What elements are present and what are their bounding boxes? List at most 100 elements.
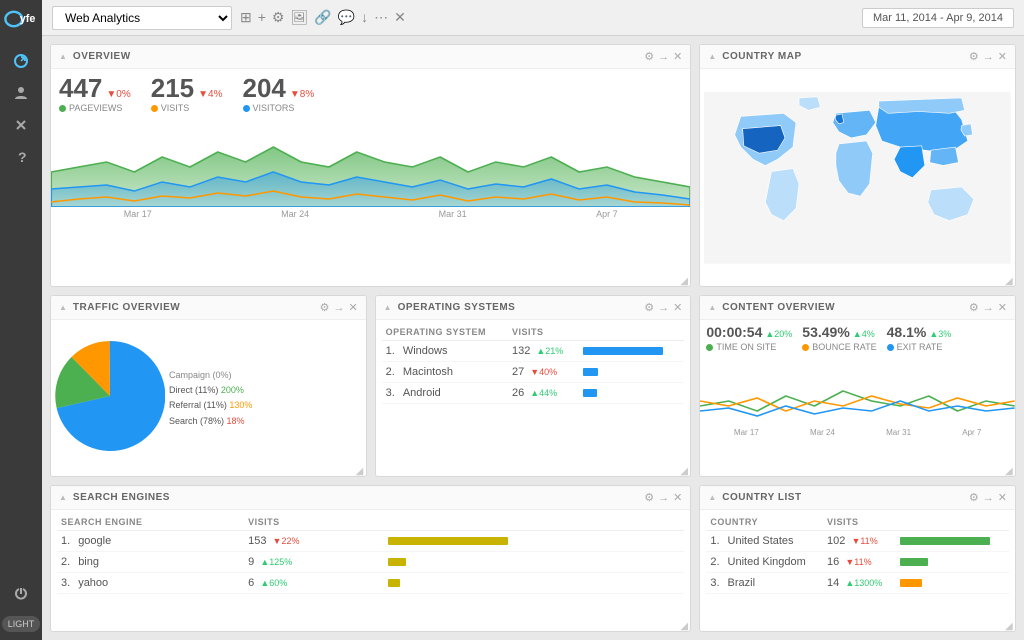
sidebar: yfe ? LIGHT (0, 0, 42, 640)
content-close-icon[interactable]: ✕ (998, 301, 1007, 314)
os-row1-bar (579, 341, 684, 362)
os-settings-icon[interactable]: ⚙ (644, 301, 654, 314)
search-settings-icon[interactable]: ⚙ (644, 491, 654, 504)
country-col-visits: VISITS (823, 514, 896, 531)
traffic-collapse-icon[interactable]: ▲ (59, 303, 67, 312)
overview-settings-icon[interactable]: ⚙ (644, 50, 654, 63)
toolbar-grid-icon[interactable]: ⊞ (240, 9, 252, 26)
toolbar-settings-icon[interactable]: ⚙ (272, 9, 285, 26)
country-list-collapse-icon[interactable]: ▲ (708, 493, 716, 502)
overview-close-icon[interactable]: ✕ (673, 50, 682, 63)
country-list-settings-icon[interactable]: ⚙ (969, 491, 979, 504)
time-on-site-change: ▲20% (765, 329, 792, 339)
visitors-label: VISITORS (243, 103, 315, 113)
topbar: Web Analytics ⊞ + ⚙ 🖼 🔗 💬 ↓ ⋯ ✕ Mar 11, … (42, 0, 1024, 36)
content-label-mar31: Mar 31 (886, 428, 911, 437)
chart-label-mar24: Mar 24 (281, 209, 309, 219)
traffic-resize-handle[interactable]: ◢ (356, 466, 364, 474)
bounce-rate-value: 53.49% (802, 324, 849, 340)
logo[interactable]: yfe (3, 8, 39, 35)
toolbar-link-icon[interactable]: 🔗 (314, 9, 331, 26)
toolbar-comment-icon[interactable]: 💬 (338, 9, 355, 26)
os-body: OPERATING SYSTEM VISITS 1. Windows 132 ▲… (376, 320, 691, 476)
overview-collapse-icon[interactable]: ▲ (59, 52, 67, 61)
map-close-icon[interactable]: ✕ (998, 50, 1007, 63)
light-mode-button[interactable]: LIGHT (2, 616, 41, 632)
content-resize-handle[interactable]: ◢ (1005, 466, 1013, 474)
country-list-close-icon[interactable]: ✕ (998, 491, 1007, 504)
country-row1-visits: 102 ▼11% (823, 531, 896, 552)
search-row3-name: yahoo (74, 573, 244, 594)
overview-widget-header: ▲ OVERVIEW ⚙ → ✕ (51, 45, 690, 69)
country-row3-change: ▲1300% (845, 578, 882, 588)
country-list-resize-handle[interactable]: ◢ (1005, 621, 1013, 629)
time-on-site-label: TIME ON SITE (706, 342, 792, 352)
country-row3-name: Brazil (724, 573, 824, 594)
toolbar-icons: ⊞ + ⚙ 🖼 🔗 💬 ↓ ⋯ ✕ (240, 9, 406, 26)
overview-resize-handle[interactable]: ◢ (680, 276, 688, 284)
sidebar-item-help[interactable]: ? (7, 143, 35, 171)
traffic-move-icon[interactable]: → (333, 302, 344, 314)
search-row3-visits: 6 ▲60% (244, 573, 383, 594)
world-map-svg (704, 73, 1011, 282)
content-title: CONTENT OVERVIEW (722, 302, 965, 313)
toolbar-image-icon[interactable]: 🖼 (290, 9, 308, 26)
content-chart-labels: Mar 17 Mar 24 Mar 31 Apr 7 (700, 426, 1015, 439)
dashboard-selector[interactable]: Web Analytics (52, 6, 232, 30)
sidebar-item-tools[interactable] (7, 111, 35, 139)
overview-move-icon[interactable]: → (658, 51, 669, 63)
search-collapse-icon[interactable]: ▲ (59, 493, 67, 502)
search-close-icon[interactable]: ✕ (673, 491, 682, 504)
os-col-bar (579, 324, 684, 341)
search-body: SEARCH ENGINE VISITS 1. google 153 ▼22% (51, 510, 690, 631)
table-row: 2. Macintosh 27 ▼40% (382, 362, 685, 383)
content-settings-icon[interactable]: ⚙ (969, 301, 979, 314)
sidebar-item-power[interactable] (7, 580, 35, 608)
traffic-close-icon[interactable]: ✕ (348, 301, 357, 314)
search-engines-widget: ▲ SEARCH ENGINES ⚙ → ✕ SEARCH ENGINE VIS… (50, 485, 691, 632)
toolbar-add-icon[interactable]: + (258, 9, 266, 26)
map-move-icon[interactable]: → (983, 51, 994, 63)
sidebar-item-users[interactable] (7, 79, 35, 107)
traffic-settings-icon[interactable]: ⚙ (320, 301, 330, 314)
search-row1-bar (384, 531, 685, 552)
toolbar-more-icon[interactable]: ⋯ (374, 9, 388, 26)
content-collapse-icon[interactable]: ▲ (708, 303, 716, 312)
date-range-picker[interactable]: Mar 11, 2014 - Apr 9, 2014 (862, 8, 1014, 28)
dashboard: ▲ OVERVIEW ⚙ → ✕ 447 ▼0% PAGEVIEWS (42, 36, 1024, 640)
country-col-bar (896, 514, 1009, 531)
os-row2-rank: 2. (382, 362, 399, 383)
overview-title: OVERVIEW (73, 51, 640, 62)
visitors-dot (243, 105, 250, 112)
toolbar-close-icon[interactable]: ✕ (394, 9, 406, 26)
os-collapse-icon[interactable]: ▲ (384, 303, 392, 312)
os-row1-visits: 132 ▲21% (508, 341, 579, 362)
map-settings-icon[interactable]: ⚙ (969, 50, 979, 63)
overview-chart-labels: Mar 17 Mar 24 Mar 31 Apr 7 (51, 207, 690, 221)
toolbar-download-icon[interactable]: ↓ (361, 9, 368, 26)
table-row: 1. Windows 132 ▲21% (382, 341, 685, 362)
traffic-header: ▲ TRAFFIC OVERVIEW ⚙ → ✕ (51, 296, 366, 320)
os-title: OPERATING SYSTEMS (398, 302, 641, 313)
os-row3-change: ▲44% (530, 388, 557, 398)
country-list-move-icon[interactable]: → (983, 492, 994, 504)
search-move-icon[interactable]: → (658, 492, 669, 504)
search-row1-rank: 1. (57, 531, 74, 552)
search-resize-handle[interactable]: ◢ (680, 621, 688, 629)
time-on-site-stat: 00:00:54 ▲20% TIME ON SITE (706, 324, 792, 352)
os-close-icon[interactable]: ✕ (673, 301, 682, 314)
os-move-icon[interactable]: → (658, 302, 669, 314)
sidebar-item-dashboard[interactable] (7, 47, 35, 75)
os-row2-bar (579, 362, 684, 383)
traffic-body: Campaign (0%) Direct (11%) 200% Referral… (51, 320, 366, 476)
content-move-icon[interactable]: → (983, 302, 994, 314)
os-resize-handle[interactable]: ◢ (680, 466, 688, 474)
exit-rate-value: 48.1% (887, 324, 927, 340)
search-row2-rank: 2. (57, 552, 74, 573)
map-resize-handle[interactable]: ◢ (1005, 276, 1013, 284)
bounce-rate-change: ▲4% (853, 329, 875, 339)
map-collapse-icon[interactable]: ▲ (708, 52, 716, 61)
pageviews-dot (59, 105, 66, 112)
search-row3-rank: 3. (57, 573, 74, 594)
traffic-direct-label: Direct (11%) 200% (169, 383, 252, 398)
